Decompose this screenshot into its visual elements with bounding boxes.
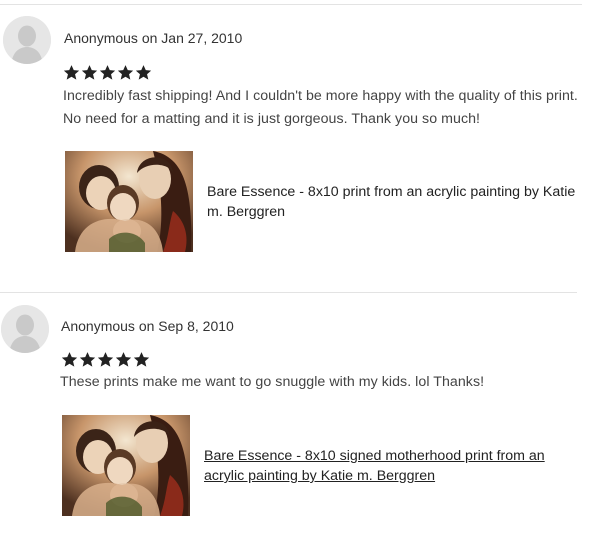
review-item: Anonymous on Jan 27, 2010 Incredibly fas…	[0, 0, 610, 290]
reviewer-avatar[interactable]	[1, 305, 49, 353]
painting-image	[62, 415, 190, 516]
listing-title-link[interactable]: Bare Essence - 8x10 signed motherhood pr…	[204, 446, 574, 486]
star-icon	[99, 65, 116, 80]
review-text: Incredibly fast shipping! And I couldn't…	[63, 88, 578, 127]
star-rating	[63, 64, 152, 81]
user-silhouette-icon	[1, 305, 49, 353]
painting-image	[65, 151, 193, 252]
star-icon	[61, 352, 78, 367]
listing-title[interactable]: Bare Essence - 8x10 print from an acryli…	[207, 182, 577, 222]
star-icon	[135, 65, 152, 80]
star-rating	[61, 351, 150, 368]
review-text: These prints make me want to go snuggle …	[60, 374, 485, 390]
review-date: Jan 27, 2010	[161, 30, 243, 46]
review-meta: Anonymous on Sep 8, 2010	[61, 318, 234, 334]
star-icon	[117, 65, 134, 80]
star-icon	[79, 352, 96, 367]
reviewer-avatar[interactable]	[3, 16, 51, 64]
on-word: on	[141, 30, 158, 46]
review-date: Sep 8, 2010	[158, 318, 234, 334]
review-item: Anonymous on Sep 8, 2010 These prints ma…	[0, 292, 610, 557]
star-icon	[63, 65, 80, 80]
user-silhouette-icon	[3, 16, 51, 64]
star-icon	[115, 352, 132, 367]
review-meta: Anonymous on Jan 27, 2010	[64, 30, 242, 46]
star-icon	[97, 352, 114, 367]
reviewer-name[interactable]: Anonymous	[64, 30, 138, 46]
listing-thumbnail[interactable]	[65, 151, 193, 252]
on-word: on	[138, 318, 155, 334]
reviewer-name[interactable]: Anonymous	[61, 318, 135, 334]
star-icon	[133, 352, 150, 367]
star-icon	[81, 65, 98, 80]
listing-thumbnail[interactable]	[62, 415, 190, 516]
